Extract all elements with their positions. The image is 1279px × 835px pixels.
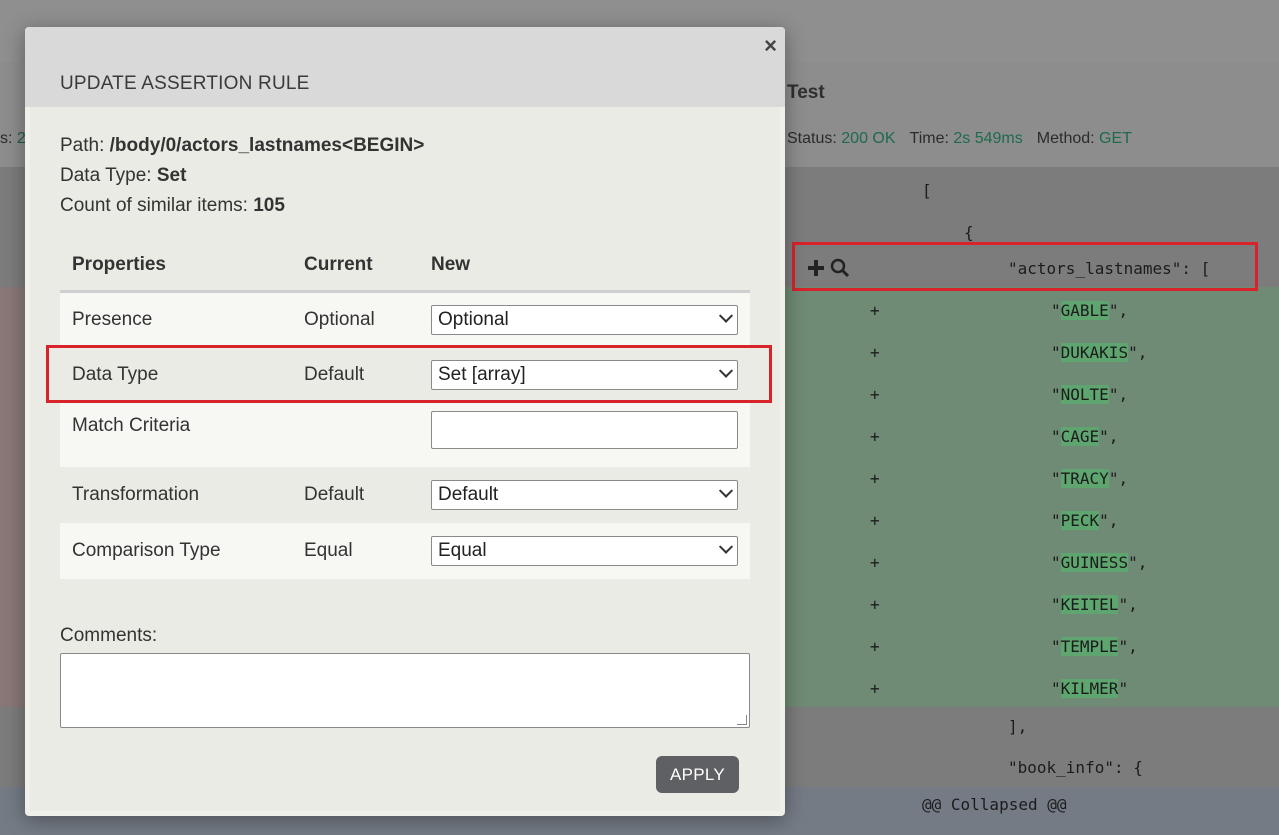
rule-info: Path: /body/0/actors_lastnames<BEGIN> Da… xyxy=(60,131,424,221)
property-name: Match Criteria xyxy=(60,403,292,467)
added-item-line: "CAGE", xyxy=(1051,427,1119,446)
highlight-box-data-type-row xyxy=(46,345,772,403)
added-item-value: KEITEL xyxy=(1060,595,1119,614)
added-marker: + xyxy=(870,553,880,572)
added-item-value: DUKAKIS xyxy=(1060,343,1129,362)
chevron-down-icon xyxy=(718,308,734,323)
code-open-brace: { xyxy=(964,223,974,242)
code-close-list: ], xyxy=(1008,717,1028,736)
added-marker: + xyxy=(870,511,880,530)
added-item-line: "KEITEL", xyxy=(1051,595,1138,614)
header-new: New xyxy=(419,241,750,293)
row-match-criteria: Match Criteria xyxy=(60,403,750,467)
count-line: Count of similar items: 105 xyxy=(60,195,285,216)
method-info: Method: GET xyxy=(1036,130,1132,147)
code-open-bracket: [ xyxy=(922,181,932,200)
comments-label: Comments: xyxy=(60,625,158,646)
added-marker: + xyxy=(870,427,880,446)
current-value xyxy=(292,403,419,467)
property-name: Comparison Type xyxy=(60,523,292,579)
added-item-value: TEMPLE xyxy=(1060,637,1119,656)
added-marker: + xyxy=(870,679,880,698)
page-title: Test xyxy=(787,82,825,103)
added-item-line: "TRACY", xyxy=(1051,469,1129,488)
code-region-removed xyxy=(0,287,25,707)
added-marker: + xyxy=(870,637,880,656)
added-item-line: "GUINESS", xyxy=(1051,553,1148,572)
chevron-down-icon xyxy=(718,483,734,498)
response-status-row: Status: 200 OK Time: 2s 549ms Method: GE… xyxy=(787,130,1132,148)
added-item-value: KILMER xyxy=(1060,679,1119,698)
added-item-value: PECK xyxy=(1060,511,1100,530)
property-name: Presence xyxy=(60,291,292,347)
row-presence: Presence Optional Optional xyxy=(60,291,750,347)
comments-textarea[interactable] xyxy=(60,653,750,728)
close-icon[interactable]: × xyxy=(764,33,777,59)
match-criteria-input[interactable] xyxy=(431,411,738,449)
added-marker: + xyxy=(870,469,880,488)
added-item-line: "PECK", xyxy=(1051,511,1119,530)
property-name: Transformation xyxy=(60,467,292,523)
added-item-value: NOLTE xyxy=(1060,385,1109,404)
added-item-line: "KILMER" xyxy=(1051,679,1129,698)
row-comparison-type: Comparison Type Equal Equal xyxy=(60,523,750,579)
comparison-type-select[interactable]: Equal xyxy=(431,536,738,566)
data-type-line: Data Type: Set xyxy=(60,165,187,186)
apply-button[interactable]: APPLY xyxy=(656,756,739,793)
added-item-value: TRACY xyxy=(1060,469,1109,488)
added-marker: + xyxy=(870,343,880,362)
properties-table: Properties Current New Presence Optional… xyxy=(60,241,750,579)
added-item-value: GUINESS xyxy=(1060,553,1129,572)
header-current: Current xyxy=(292,241,419,293)
added-item-value: CAGE xyxy=(1060,427,1100,446)
transformation-select[interactable]: Default xyxy=(431,480,738,510)
modal-header: UPDATE ASSERTION RULE × xyxy=(25,27,785,107)
highlight-box-actors-line xyxy=(792,242,1258,291)
added-item-line: "TEMPLE", xyxy=(1051,637,1138,656)
current-value: Equal xyxy=(292,523,419,579)
header-properties: Properties xyxy=(60,241,292,293)
collapsed-label: @@ Collapsed @@ xyxy=(922,795,1067,814)
status-info: Status: 200 OK xyxy=(787,130,896,147)
added-item-line: "DUKAKIS", xyxy=(1051,343,1148,362)
modal-body: Path: /body/0/actors_lastnames<BEGIN> Da… xyxy=(30,107,780,811)
current-value: Optional xyxy=(292,291,419,347)
row-transformation: Transformation Default Default xyxy=(60,467,750,523)
left-fragment: s: 2 xyxy=(0,130,26,147)
added-item-line: "GABLE", xyxy=(1051,301,1129,320)
added-marker: + xyxy=(870,385,880,404)
added-item-line: "NOLTE", xyxy=(1051,385,1129,404)
added-item-value: GABLE xyxy=(1060,301,1109,320)
added-marker: + xyxy=(870,595,880,614)
time-info: Time: 2s 549ms xyxy=(909,130,1023,147)
update-assertion-rule-modal: UPDATE ASSERTION RULE × Path: /body/0/ac… xyxy=(25,27,785,816)
book-info-key: "book_info": { xyxy=(1008,758,1143,777)
chevron-down-icon xyxy=(718,539,734,554)
presence-select[interactable]: Optional xyxy=(431,304,738,335)
current-value: Default xyxy=(292,467,419,523)
resize-handle[interactable] xyxy=(737,715,747,725)
added-marker: + xyxy=(870,301,880,320)
path-line: Path: /body/0/actors_lastnames<BEGIN> xyxy=(60,135,425,156)
modal-title: UPDATE ASSERTION RULE xyxy=(60,73,310,94)
